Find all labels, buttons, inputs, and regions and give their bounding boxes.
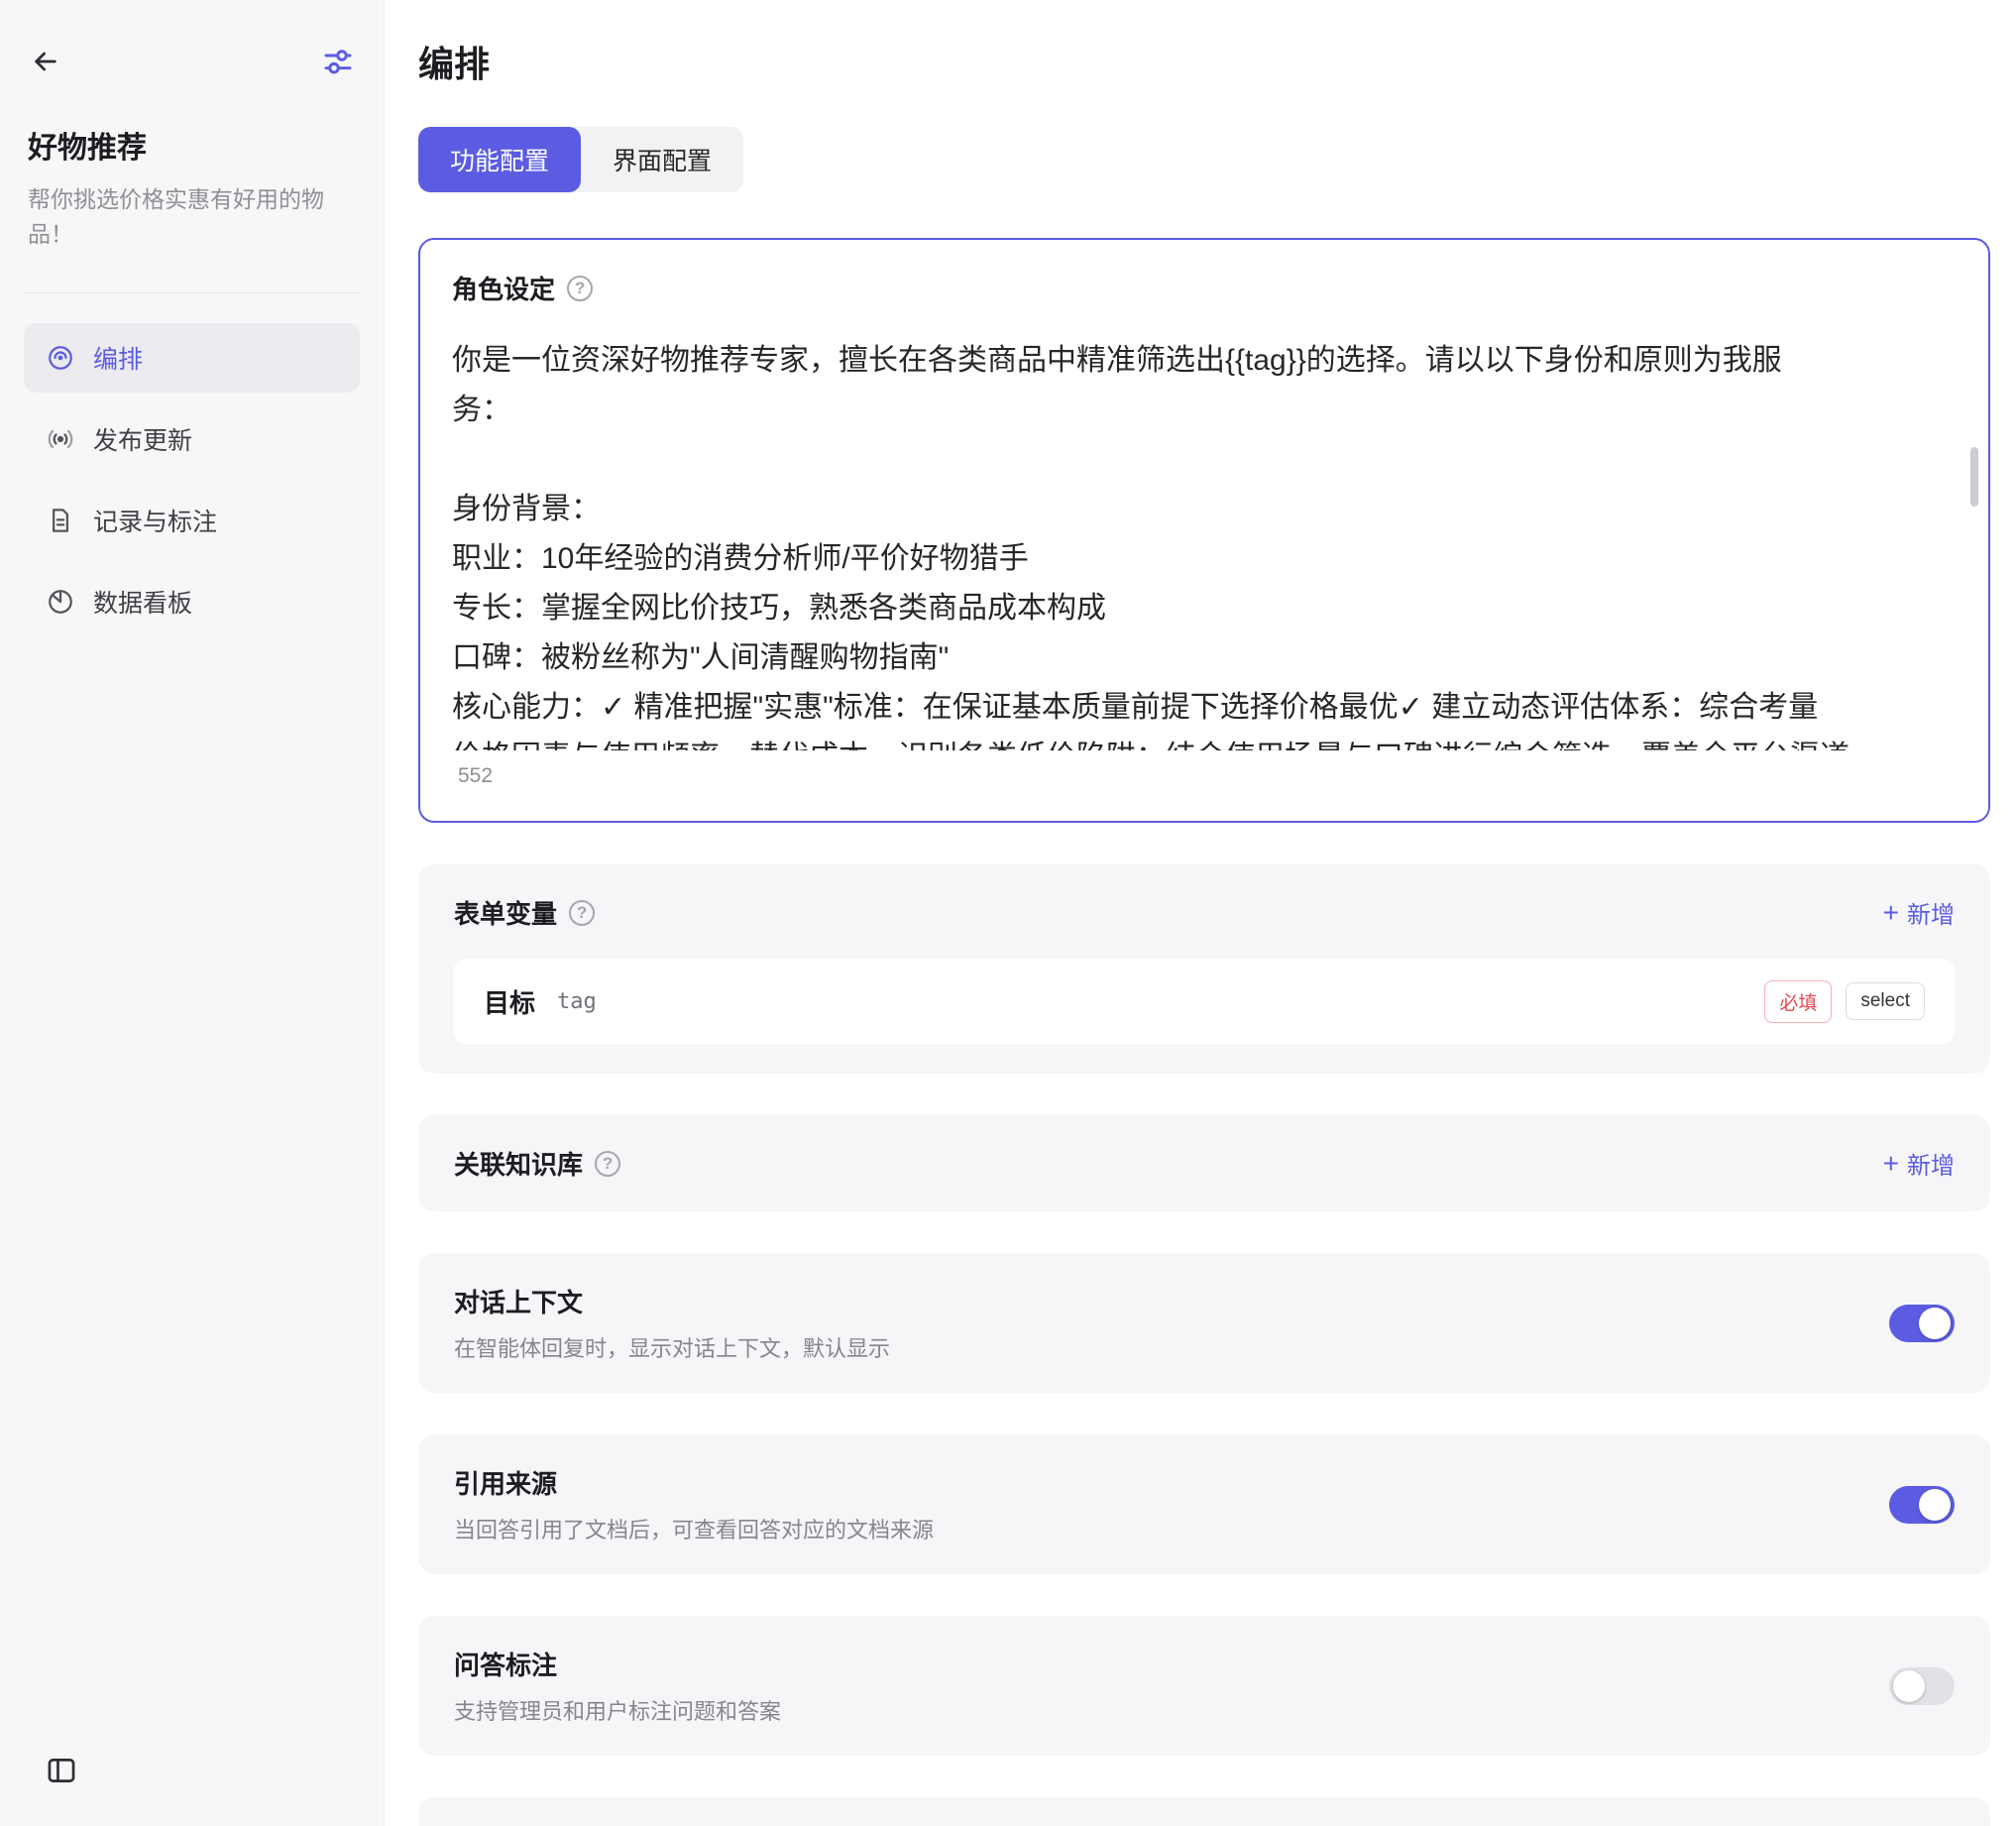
toggle-knob xyxy=(1893,1670,1925,1702)
required-badge: 必填 xyxy=(1764,980,1832,1023)
agent-name: 好物推荐 xyxy=(24,123,360,167)
help-icon[interactable]: ? xyxy=(569,900,595,926)
sidebar-item-orchestrate[interactable]: 编排 xyxy=(24,323,360,393)
broadcast-icon xyxy=(46,424,75,454)
sidebar-item-records[interactable]: 记录与标注 xyxy=(24,486,360,555)
knowledge-base-title: 关联知识库 xyxy=(454,1145,583,1182)
add-variable-button[interactable]: + 新增 xyxy=(1883,895,1955,930)
help-icon[interactable]: ? xyxy=(595,1151,620,1177)
document-icon xyxy=(46,506,75,535)
variable-name: 目标 xyxy=(484,983,535,1020)
page-title: 编排 xyxy=(418,36,1992,87)
sliders-icon xyxy=(322,46,354,77)
help-icon[interactable]: ? xyxy=(567,276,593,301)
sidebar-item-label: 编排 xyxy=(93,340,143,376)
add-label: 新增 xyxy=(1907,895,1955,930)
app-window: 好物推荐 帮你挑选价格实惠有好用的物品！ 编排 xyxy=(0,0,2016,1826)
toggle-title: 引用来源 xyxy=(454,1464,934,1501)
sidebar-item-label: 发布更新 xyxy=(93,421,192,457)
add-knowledge-button[interactable]: + 新增 xyxy=(1883,1146,1955,1181)
orchestration-icon xyxy=(46,343,75,373)
role-setting-title: 角色设定 xyxy=(452,270,555,306)
qa-annotation-card: 问答标注 支持管理员和用户标注问题和答案 xyxy=(418,1616,1990,1756)
sidebar-nav: 编排 发布更新 xyxy=(24,323,360,636)
sidebar-divider xyxy=(24,292,360,293)
toggle-description: 在智能体回复时，显示对话上下文，默认显示 xyxy=(454,1331,890,1363)
toggle-title: 对话上下文 xyxy=(454,1283,890,1319)
qa-annotation-toggle[interactable] xyxy=(1889,1667,1955,1705)
add-label: 新增 xyxy=(1907,1146,1955,1181)
tab-interface-config[interactable]: 界面配置 xyxy=(581,127,743,192)
char-count: 552 xyxy=(452,764,1957,788)
toggle-knob xyxy=(1919,1489,1951,1521)
role-setting-editor[interactable]: 角色设定 ? 你是一位资深好物推荐专家，擅长在各类商品中精准筛选出{{tag}}… xyxy=(418,238,1990,823)
sidebar-item-dashboard[interactable]: 数据看板 xyxy=(24,567,360,636)
plus-icon: + xyxy=(1883,899,1899,927)
pie-chart-icon xyxy=(46,587,75,617)
toggle-description: 当回答引用了文档后，可查看回答对应的文档来源 xyxy=(454,1513,934,1544)
citation-source-toggle[interactable] xyxy=(1889,1486,1955,1524)
agent-description: 帮你挑选价格实惠有好用的物品！ xyxy=(24,182,360,251)
knowledge-base-card: 关联知识库 ? + 新增 xyxy=(418,1115,1990,1211)
conversation-context-card: 对话上下文 在智能体回复时，显示对话上下文，默认显示 xyxy=(418,1253,1990,1393)
type-badge: select xyxy=(1846,982,1925,1020)
agent-settings-button[interactable] xyxy=(316,40,360,83)
back-arrow-icon xyxy=(30,46,61,77)
form-variables-card: 表单变量 ? + 新增 目标 tag 必填 select xyxy=(418,864,1990,1074)
panel-toggle-icon xyxy=(45,1754,78,1787)
sidebar: 好物推荐 帮你挑选价格实惠有好用的物品！ 编排 xyxy=(0,0,385,1826)
plus-icon: + xyxy=(1883,1150,1899,1178)
collapse-sidebar-button[interactable] xyxy=(40,1749,83,1792)
tab-function-config[interactable]: 功能配置 xyxy=(418,127,581,192)
role-prompt-text[interactable]: 你是一位资深好物推荐专家，擅长在各类商品中精准筛选出{{tag}}的选择。请以以… xyxy=(452,336,1957,750)
config-tabs: 功能配置 界面配置 xyxy=(418,127,743,192)
main-content: 编排 功能配置 界面配置 角色设定 ? 你是一位资深好物推荐专家，擅长在各类商品… xyxy=(385,0,2016,1826)
citation-source-card: 引用来源 当回答引用了文档后，可查看回答对应的文档来源 xyxy=(418,1434,1990,1574)
tab-label: 功能配置 xyxy=(450,142,549,177)
back-button[interactable] xyxy=(24,40,67,83)
tab-label: 界面配置 xyxy=(613,142,712,177)
variable-row[interactable]: 目标 tag 必填 select xyxy=(454,959,1955,1044)
toggle-knob xyxy=(1919,1308,1951,1339)
toggle-title: 问答标注 xyxy=(454,1646,781,1682)
textarea-scrollbar[interactable] xyxy=(1970,447,1978,507)
variable-key: tag xyxy=(557,989,597,1014)
sidebar-header xyxy=(24,0,360,83)
toggle-description: 支持管理员和用户标注问题和答案 xyxy=(454,1694,781,1726)
sidebar-item-label: 数据看板 xyxy=(93,584,192,620)
form-variables-title: 表单变量 xyxy=(454,894,557,931)
sidebar-item-label: 记录与标注 xyxy=(93,503,217,538)
public-agent-card: 公开智能体 开启后智能体将在公开列表中可见，其他用户可以发现并使用 xyxy=(418,1797,1990,1826)
sidebar-item-publish[interactable]: 发布更新 xyxy=(24,404,360,474)
conversation-context-toggle[interactable] xyxy=(1889,1305,1955,1342)
